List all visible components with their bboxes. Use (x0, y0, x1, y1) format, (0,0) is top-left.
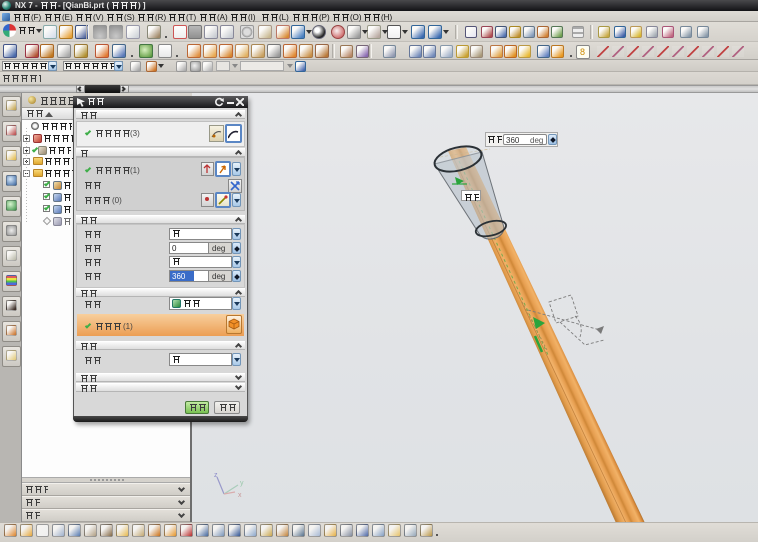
svg-text:y: y (240, 480, 244, 487)
svg-text:x: x (238, 492, 242, 499)
svg-text:z: z (214, 472, 218, 479)
